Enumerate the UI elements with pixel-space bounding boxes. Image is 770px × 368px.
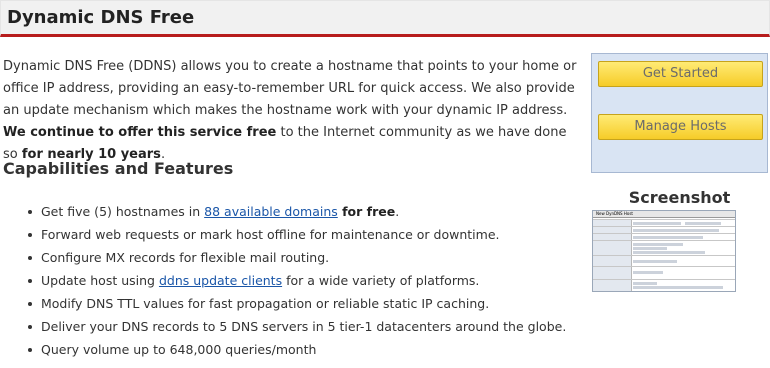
thumbnail-row: [593, 233, 735, 240]
feature-item: Get five (5) hostnames in 88 available d…: [23, 200, 566, 223]
thumbnail-title: New DynDNS Host: [596, 211, 633, 216]
feature-text: Update host using: [41, 273, 159, 288]
thumbnail-row: [593, 226, 735, 233]
screenshot-heading: Screenshot: [628, 188, 731, 207]
feature-text: Deliver your DNS records to 5 DNS server…: [41, 319, 567, 334]
thumbnail-key: [593, 241, 632, 255]
get-started-button[interactable]: Get Started: [598, 61, 763, 87]
page-title-bar: Dynamic DNS Free: [0, 0, 770, 37]
thumbnail-header: New DynDNS Host: [593, 211, 735, 218]
thumbnail-value: [685, 222, 721, 225]
manage-hosts-button[interactable]: Manage Hosts: [598, 114, 763, 140]
feature-item: Deliver your DNS records to 5 DNS server…: [23, 315, 566, 338]
intro-paragraph: Dynamic DNS Free (DDNS) allows you to cr…: [3, 56, 580, 166]
thumbnail-value: [633, 260, 677, 263]
bullet-icon: [28, 279, 32, 283]
thumbnail-value: [633, 243, 683, 246]
feature-text: Get five (5) hostnames in: [41, 204, 205, 219]
screenshot-thumbnail[interactable]: New DynDNS Host: [592, 210, 736, 292]
action-panel: Get Started Manage Hosts: [591, 53, 768, 173]
thumbnail-value: [633, 222, 681, 225]
page-title: Dynamic DNS Free: [7, 7, 195, 28]
features-list: Get five (5) hostnames in 88 available d…: [0, 200, 566, 361]
thumbnail-row: [593, 240, 735, 255]
feature-text: Configure MX records for flexible mail r…: [41, 250, 330, 265]
feature-text: Forward web requests or mark host offlin…: [41, 227, 500, 242]
feature-item: Forward web requests or mark host offlin…: [23, 223, 566, 246]
thumbnail-key: [593, 280, 632, 291]
bullet-icon: [28, 325, 32, 329]
capabilities-heading: Capabilities and Features: [3, 159, 234, 178]
ddns-update-clients-link[interactable]: ddns update clients: [159, 273, 282, 288]
bullet-icon: [28, 302, 32, 306]
feature-bold: for free: [337, 204, 396, 219]
thumbnail-value: [633, 247, 667, 250]
feature-item: Query volume up to 648,000 queries/month: [23, 338, 566, 361]
thumbnail-value: [633, 236, 703, 239]
thumbnail-value: [633, 229, 719, 232]
feature-text: .: [395, 204, 400, 219]
feature-text: for a wide variety of platforms.: [282, 273, 480, 288]
thumbnail-row: [593, 255, 735, 266]
intro-bold-1: We continue to offer this service free: [3, 125, 277, 140]
feature-item: Modify DNS TTL values for fast propagati…: [23, 292, 566, 315]
bullet-icon: [28, 348, 32, 352]
feature-text: Query volume up to 648,000 queries/month: [41, 342, 317, 357]
available-domains-link[interactable]: 88 available domains: [204, 204, 338, 219]
feature-item: Update host using ddns update clients fo…: [23, 269, 566, 292]
bullet-icon: [28, 233, 32, 237]
thumbnail-value: [633, 271, 663, 274]
thumbnail-row: [593, 279, 735, 291]
intro-text-1: Dynamic DNS Free (DDNS) allows you to cr…: [3, 59, 577, 118]
bullet-icon: [28, 210, 32, 214]
thumbnail-value: [633, 282, 657, 285]
thumbnail-key: [593, 256, 632, 266]
bullet-icon: [28, 256, 32, 260]
thumbnail-value: [633, 251, 705, 254]
thumbnail-row: [593, 219, 735, 226]
feature-text: Modify DNS TTL values for fast propagati…: [41, 296, 490, 311]
thumbnail-key: [593, 267, 632, 279]
thumbnail-value: [633, 286, 723, 289]
thumbnail-row: [593, 266, 735, 279]
feature-item: Configure MX records for flexible mail r…: [23, 246, 566, 269]
